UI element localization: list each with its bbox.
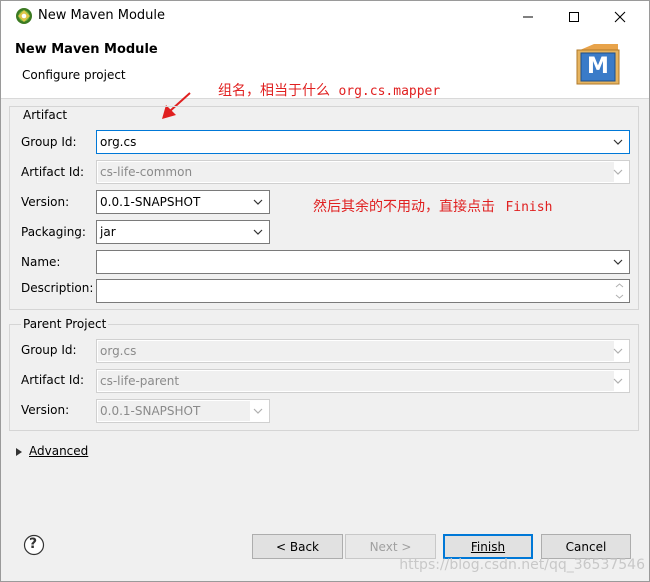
parent-artifact-id-combo[interactable]: cs-life-parent [96, 369, 630, 393]
back-label: < Back [275, 539, 319, 554]
parent-project-legend: Parent Project [21, 317, 109, 331]
artifact-id-value: cs-life-common [100, 165, 193, 179]
maximize-icon [569, 11, 579, 22]
group-id-label: Group Id: [21, 135, 77, 149]
scroll-up-icon[interactable] [615, 282, 624, 289]
packaging-label: Packaging: [21, 225, 86, 239]
packaging-value: jar [100, 225, 116, 239]
group-id-annotation: 组名，相当于什么 org.cs.mapper [218, 80, 440, 100]
chevron-down-icon [613, 169, 623, 175]
close-button[interactable] [597, 1, 643, 32]
description-label: Description: [21, 281, 94, 295]
group-id-annotation-text: 组名，相当于什么 [218, 83, 330, 99]
parent-version-label: Version: [21, 403, 70, 417]
cancel-button[interactable]: Cancel [541, 534, 631, 559]
finish-annotation-code: Finish [505, 200, 553, 215]
close-icon [614, 11, 626, 22]
chevron-down-icon [253, 229, 263, 235]
parent-version-value: 0.0.1-SNAPSHOT [100, 404, 201, 418]
group-id-combo[interactable]: org.cs [96, 130, 630, 154]
finish-label: Finish [470, 539, 506, 554]
cancel-label: Cancel [565, 539, 607, 554]
artifact-id-combo[interactable]: cs-life-common [96, 160, 630, 184]
chevron-down-icon [613, 139, 623, 145]
next-label: Next > [369, 539, 412, 554]
chevron-down-icon [613, 348, 623, 354]
chevron-down-icon [613, 259, 623, 265]
maven-logo: M [574, 40, 622, 86]
help-symbol: ? [29, 536, 38, 552]
chevron-down-icon [253, 408, 263, 414]
finish-button[interactable]: Finish [443, 534, 533, 559]
window-title: New Maven Module [38, 8, 166, 23]
chevron-right-icon [16, 448, 22, 456]
parent-artifact-id-label: Artifact Id: [21, 373, 85, 387]
maximize-button[interactable] [551, 1, 597, 32]
artifact-legend: Artifact [21, 108, 70, 122]
scroll-down-icon[interactable] [615, 293, 624, 300]
finish-annotation: 然后其余的不用动，直接点击 Finish [313, 196, 552, 216]
help-button[interactable]: ? [23, 534, 45, 556]
parent-artifact-id-value: cs-life-parent [100, 374, 180, 388]
version-value: 0.0.1-SNAPSHOT [100, 195, 201, 209]
parent-version-combo[interactable]: 0.0.1-SNAPSHOT [96, 399, 270, 423]
minimize-button[interactable] [505, 1, 551, 32]
dialog-window: New Maven Module New Maven Module Config… [0, 0, 650, 582]
maven-logo-letter: M [587, 54, 609, 79]
group-id-annotation-code: org.cs.mapper [338, 84, 441, 99]
parent-group-id-label: Group Id: [21, 343, 77, 357]
name-combo[interactable] [96, 250, 630, 274]
wizard-subtitle: Configure project [22, 68, 126, 82]
artifact-id-label: Artifact Id: [21, 165, 85, 179]
chevron-down-icon [253, 199, 263, 205]
version-combo[interactable]: 0.0.1-SNAPSHOT [96, 190, 270, 214]
minimize-icon [523, 16, 533, 17]
packaging-combo[interactable]: jar [96, 220, 270, 244]
parent-group-id-value: org.cs [100, 344, 137, 358]
title-bar: New Maven Module [1, 1, 649, 32]
wizard-title: New Maven Module [15, 42, 158, 57]
group-id-value: org.cs [100, 135, 137, 149]
advanced-label: Advanced [29, 444, 89, 458]
watermark: https://blog.csdn.net/qq_36537546 [399, 557, 645, 573]
description-textarea[interactable] [96, 279, 630, 303]
finish-annotation-text: 然后其余的不用动，直接点击 [313, 199, 495, 215]
chevron-down-icon [613, 378, 623, 384]
parent-group-id-combo[interactable]: org.cs [96, 339, 630, 363]
back-button[interactable]: < Back [252, 534, 343, 559]
version-label: Version: [21, 195, 70, 209]
eclipse-icon [15, 7, 33, 25]
name-label: Name: [21, 255, 61, 269]
next-button[interactable]: Next > [345, 534, 436, 559]
